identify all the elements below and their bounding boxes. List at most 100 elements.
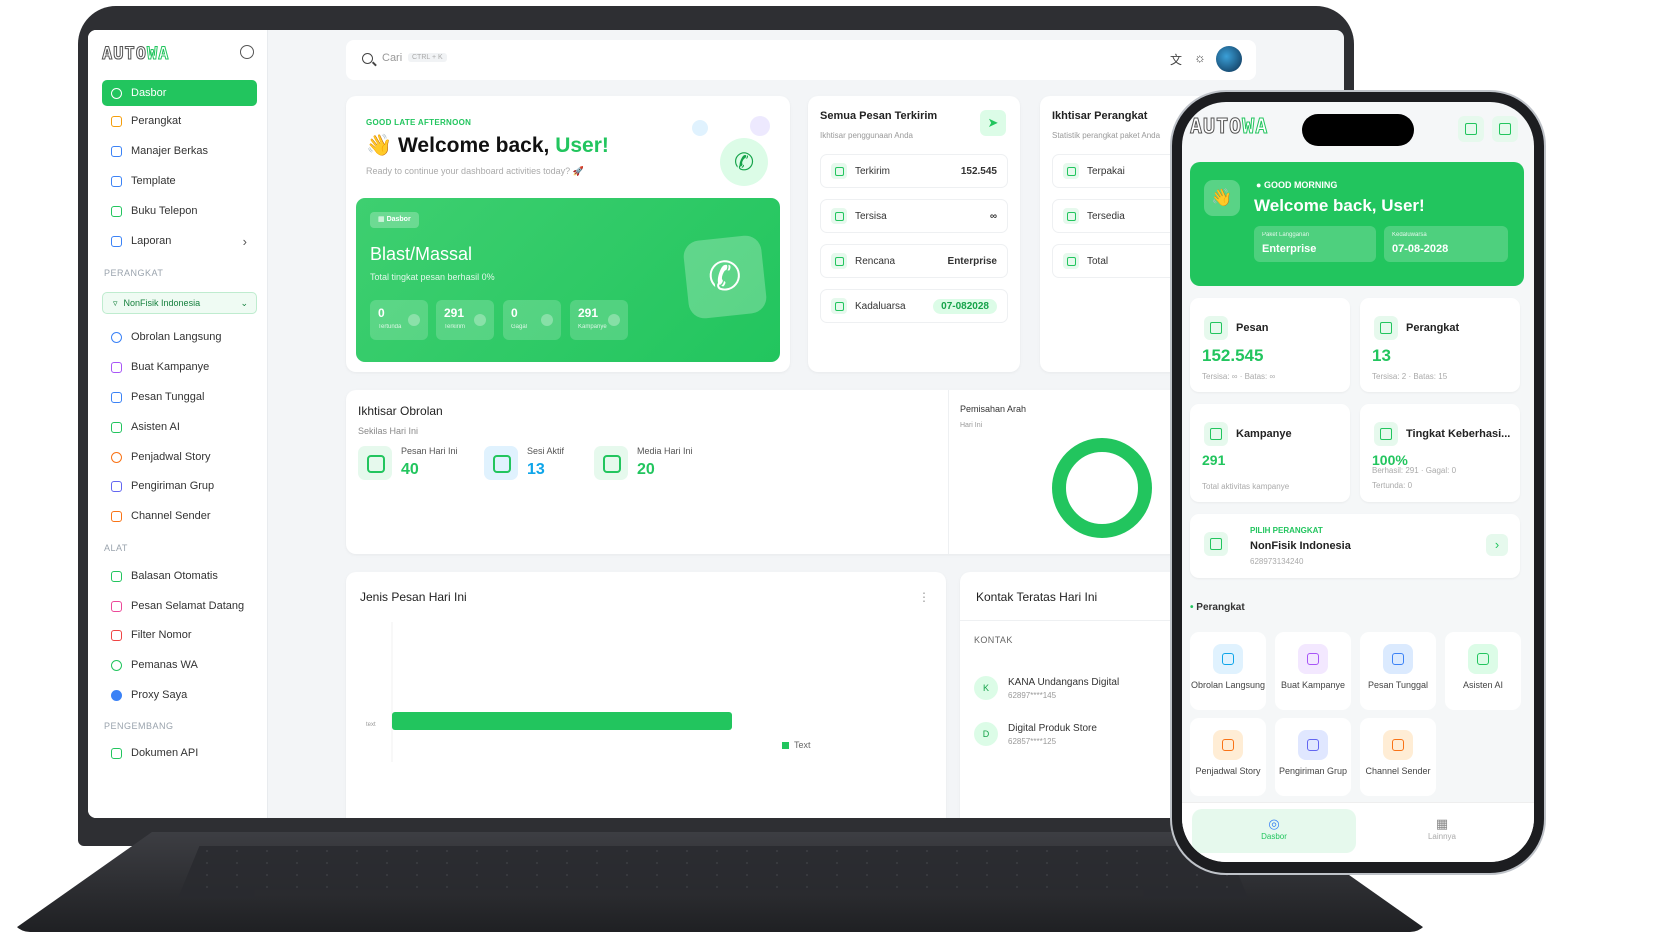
device-icon xyxy=(1063,163,1079,179)
sidebar-item-pesan-selamat-datang[interactable]: Pesan Selamat Datang xyxy=(102,593,257,619)
grid-icon[interactable] xyxy=(1458,116,1484,142)
sidebar-item-asisten-ai[interactable]: Asisten AI xyxy=(102,414,257,440)
phone-screen: AUTOWA 👋 ● GOOD MORNING Welcome back, Us… xyxy=(1182,102,1534,862)
clock-icon xyxy=(408,314,420,326)
whatsapp-icon xyxy=(111,331,122,343)
sidebar-item-dokumen-api[interactable]: Dokumen API xyxy=(102,740,257,766)
welcome-subtitle: Ready to continue your dashboard activit… xyxy=(366,166,584,176)
sidebar-item-perangkat[interactable]: Perangkat xyxy=(102,108,257,134)
send-bubble-icon xyxy=(692,120,708,136)
mail-icon xyxy=(1383,644,1413,674)
phone-device-picker[interactable]: PILIH PERANGKAT NonFisik Indonesia 62897… xyxy=(1190,514,1520,578)
chat-icon xyxy=(831,208,847,224)
phone-card-perangkat[interactable]: Perangkat 13 Tersisa: 2 · Batas: 15 xyxy=(1360,298,1520,392)
group-icon xyxy=(1298,730,1328,760)
megaphone-icon xyxy=(1204,422,1228,446)
grid-icon: ▦ xyxy=(1435,816,1449,831)
phone-card-kampanye[interactable]: Kampanye 291 Total aktivitas kampanye xyxy=(1190,404,1350,502)
sidebar-item-obrolan-langsung[interactable]: Obrolan Langsung xyxy=(102,324,257,350)
chevron-right-icon[interactable]: › xyxy=(1486,534,1508,556)
mini-stat-terkirim: 291 Terkirim xyxy=(436,300,494,340)
stat-row-tersisa: Tersisa ∞ xyxy=(820,199,1008,233)
sun-icon[interactable]: ☼ xyxy=(1194,50,1206,65)
sidebar-item-filter-nomor[interactable]: Filter Nomor xyxy=(102,622,257,648)
cloud-icon xyxy=(111,145,122,157)
laptop-screen: AUTOWA Dasbor Perangkat Manajer Berkas T… xyxy=(88,30,1344,818)
phone-welcome-hero: 👋 ● GOOD MORNING Welcome back, User! Pak… xyxy=(1190,162,1524,286)
tile-pesan-tunggal[interactable]: Pesan Tunggal xyxy=(1360,632,1436,710)
phone-welcome-title: Welcome back, User! xyxy=(1254,196,1425,215)
divider xyxy=(948,390,949,554)
crown-icon xyxy=(831,253,847,269)
app-logo[interactable]: AUTOWA xyxy=(102,44,169,65)
megaphone-icon xyxy=(1383,730,1413,760)
whatsapp-logo-icon: ✆ xyxy=(682,234,768,320)
more-vertical-icon[interactable]: ⋮ xyxy=(918,590,930,604)
whatsapp-icon xyxy=(1204,532,1228,556)
chat-overview-card: Ikhtisar Obrolan Sekilas Hari Ini Pesan … xyxy=(346,390,1270,554)
sidebar-item-balasan-otomatis[interactable]: Balasan Otomatis xyxy=(102,563,257,589)
sidebar-item-proxy-saya[interactable]: Proxy Saya xyxy=(102,682,257,708)
tile-channel-sender[interactable]: Channel Sender xyxy=(1360,718,1436,796)
campaign-icon xyxy=(111,361,122,373)
message-types-title: Jenis Pesan Hari Ini xyxy=(360,590,467,604)
globe-icon xyxy=(111,689,122,701)
sidebar-item-buat-kampanye[interactable]: Buat Kampanye xyxy=(102,354,257,380)
check-icon xyxy=(1063,208,1079,224)
avatar[interactable] xyxy=(1216,46,1242,72)
expiry-box: Kedaluwarsa 07-08-2028 xyxy=(1384,226,1508,262)
send-icon xyxy=(474,314,486,326)
megaphone-icon xyxy=(111,510,122,522)
phone-notch xyxy=(1302,114,1414,146)
sidebar-item-buku-telepon[interactable]: Buku Telepon xyxy=(102,198,257,224)
contact-row[interactable]: D Digital Produk Store 62857****125 xyxy=(974,722,1097,746)
device-selector[interactable]: ▿ NonFisik Indonesia ⌄ xyxy=(102,292,257,314)
sidebar-item-laporan[interactable]: Laporan › xyxy=(102,228,257,254)
tile-obrolan-langsung[interactable]: Obrolan Langsung xyxy=(1190,632,1266,710)
phone-card-success-rate[interactable]: Tingkat Keberhasi... 100% Berhasil: 291 … xyxy=(1360,404,1520,502)
image-icon xyxy=(594,446,628,480)
sidebar-section-pengembang: PENGEMBANG xyxy=(104,721,174,731)
settings-icon[interactable] xyxy=(1492,116,1518,142)
sidebar-section-alat: ALAT xyxy=(104,543,128,553)
chart-legend: Text xyxy=(782,740,811,750)
users-icon xyxy=(484,446,518,480)
sidebar-item-manajer-berkas[interactable]: Manajer Berkas xyxy=(102,138,257,164)
blast-card[interactable]: ▦ Dasbor Blast/Massal Total tingkat pesa… xyxy=(356,198,780,362)
mini-stat-gagal: 0 Gagal xyxy=(503,300,561,340)
sidebar-item-pesan-tunggal[interactable]: Pesan Tunggal xyxy=(102,384,257,410)
translate-icon[interactable]: 文 xyxy=(1170,51,1182,68)
contact-row[interactable]: K KANA Undangans Digital 62897****145 xyxy=(974,676,1119,700)
sidebar-item-penjadwal-story[interactable]: Penjadwal Story xyxy=(102,444,257,470)
api-icon xyxy=(111,747,122,759)
nav-dasbor[interactable]: ◎ Dasbor xyxy=(1192,809,1356,853)
phone-app-logo[interactable]: AUTOWA xyxy=(1189,114,1268,139)
sidebar-item-template[interactable]: Template xyxy=(102,168,257,194)
sidebar-item-channel-sender[interactable]: Channel Sender xyxy=(102,503,257,529)
ai-icon xyxy=(111,421,122,433)
tile-asisten-ai[interactable]: Asisten AI xyxy=(1445,632,1521,710)
sidebar-item-pemanas-wa[interactable]: Pemanas WA xyxy=(102,652,257,678)
phone-bottom-nav: ◎ Dasbor ▦ Lainnya xyxy=(1182,802,1534,862)
welcome-icon xyxy=(111,600,122,612)
split-title: Pemisahan Arah xyxy=(960,404,1027,414)
phone-greeting: ● GOOD MORNING xyxy=(1256,180,1338,190)
nav-lainnya[interactable]: ▦ Lainnya xyxy=(1360,809,1524,853)
tile-buat-kampanye[interactable]: Buat Kampanye xyxy=(1275,632,1351,710)
split-subtitle: Hari Ini xyxy=(960,422,983,429)
sidebar-item-pengiriman-grup[interactable]: Pengiriman Grup xyxy=(102,473,257,499)
tile-penjadwal-story[interactable]: Penjadwal Story xyxy=(1190,718,1266,796)
sidebar: AUTOWA Dasbor Perangkat Manajer Berkas T… xyxy=(88,30,268,818)
phone-card-pesan[interactable]: Pesan 152.545 Tersisa: ∞ · Batas: ∞ xyxy=(1190,298,1350,392)
sidebar-toggle-icon[interactable] xyxy=(240,45,254,59)
tile-pengiriman-grup[interactable]: Pengiriman Grup xyxy=(1275,718,1351,796)
device-icon xyxy=(1374,316,1398,340)
search-input[interactable]: Cari xyxy=(382,52,402,64)
sidebar-item-dasbor[interactable]: Dasbor xyxy=(102,80,257,106)
donut-ring xyxy=(1052,438,1152,538)
campaign-icon xyxy=(1298,644,1328,674)
chevron-right-icon: › xyxy=(242,233,247,249)
mail-icon xyxy=(111,391,122,403)
chat-overview-subtitle: Sekilas Hari Ini xyxy=(358,426,419,436)
legend-swatch xyxy=(782,741,789,749)
